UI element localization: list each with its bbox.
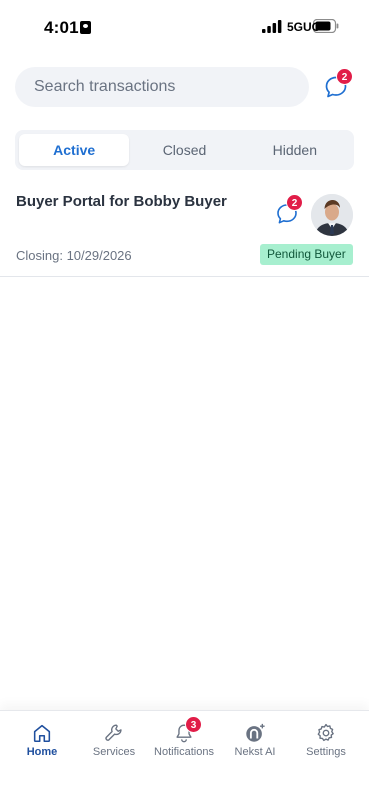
status-bar: 4:01 5GUC [0, 0, 369, 54]
search-input[interactable] [15, 67, 309, 107]
transaction-tabs: Active Closed Hidden [15, 130, 354, 170]
status-badge: Pending Buyer [260, 244, 353, 265]
chat-badge: 2 [336, 68, 353, 85]
nekst-ai-icon [246, 723, 265, 742]
notifications-badge: 3 [185, 716, 202, 733]
nav-home[interactable]: Home [5, 711, 79, 771]
gear-icon [317, 723, 334, 742]
nav-label-services: Services [92, 746, 136, 758]
nav-label-notifications: Notifications [154, 746, 214, 758]
nav-label-settings: Settings [306, 746, 346, 758]
nav-settings[interactable]: Settings [289, 711, 363, 771]
nav-services[interactable]: Services [77, 711, 151, 771]
search-bar[interactable] [15, 67, 309, 107]
contact-card-icon [80, 21, 91, 34]
wrench-icon [105, 724, 122, 741]
tab-hidden[interactable]: Hidden [240, 134, 350, 166]
nav-nekst-ai[interactable]: Nekst AI [218, 711, 292, 771]
home-indicator [120, 785, 250, 790]
tab-active[interactable]: Active [19, 134, 130, 166]
tab-closed[interactable]: Closed [129, 134, 239, 166]
agent-avatar [311, 194, 353, 236]
cellular-signal-icon [262, 20, 282, 33]
nav-label-nekst-ai: Nekst AI [234, 746, 276, 758]
nav-notifications[interactable]: Notifications [147, 711, 221, 771]
transaction-chat-badge: 2 [286, 194, 303, 211]
status-time: 4:01 [44, 18, 79, 37]
home-icon [33, 724, 51, 743]
transaction-title: Buyer Portal for Bobby Buyer [16, 193, 227, 210]
nav-label-home: Home [26, 746, 58, 758]
transaction-card[interactable]: Buyer Portal for Bobby Buyer Closing: 10… [0, 180, 369, 277]
closing-date: Closing: 10/29/2026 [16, 248, 132, 263]
battery-icon [313, 19, 339, 33]
